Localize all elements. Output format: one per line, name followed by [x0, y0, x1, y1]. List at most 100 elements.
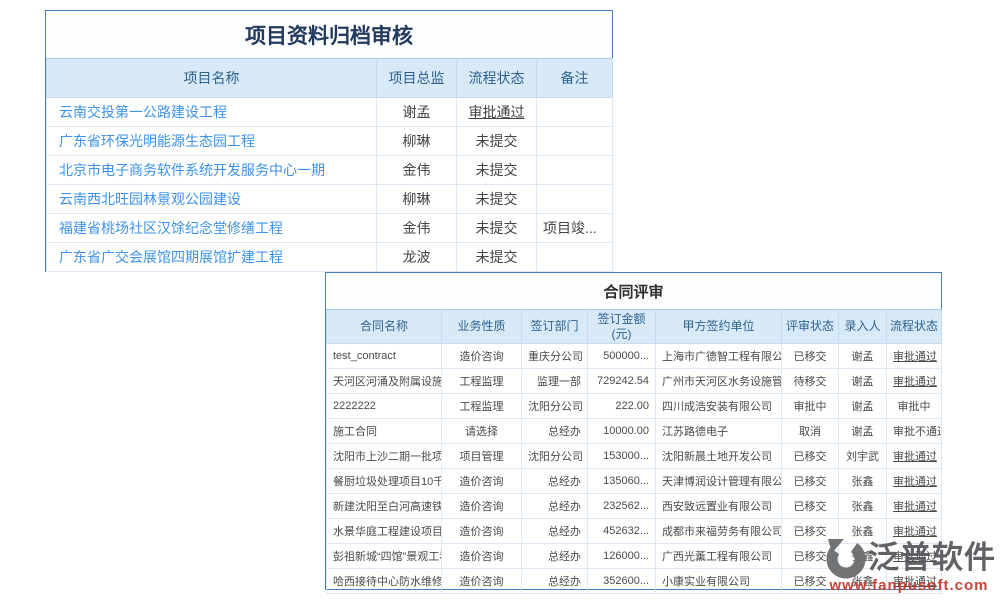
contract-panel-title: 合同评审	[326, 273, 941, 309]
fanpu-watermark: 泛普软件 www.fanpusoft.com	[822, 535, 996, 594]
contract-table-header-row: 合同名称业务性质签订部门签订金额(元)甲方签约单位评审状态录入人流程状态	[327, 310, 942, 344]
contract-name-link[interactable]: 2222222	[327, 394, 442, 419]
project-row: 福建省桃场社区汉馀纪念堂修缮工程金伟未提交项目竣...	[47, 214, 613, 243]
signing-department: 总经办	[522, 494, 588, 519]
project-name-link[interactable]: 云南西北旺园林景观公园建设	[47, 185, 377, 214]
review-status: 已移交	[782, 344, 839, 369]
flow-status-link[interactable]: 未提交	[457, 127, 537, 156]
review-status: 已移交	[782, 444, 839, 469]
remark-text	[537, 156, 613, 185]
party-a-link[interactable]: 沈阳新晨土地开发公司	[656, 444, 782, 469]
entry-person: 张鑫	[839, 469, 887, 494]
flow-status-link[interactable]: 审批不通过	[887, 419, 942, 444]
contract-amount: 222.00	[588, 394, 656, 419]
party-a-link[interactable]: 广州市天河区水务设施管...	[656, 369, 782, 394]
contract-row: 餐厨垃圾处理项目10千...造价咨询总经办135060...天津博润设计管理有限…	[327, 469, 942, 494]
remark-text	[537, 127, 613, 156]
party-a-link[interactable]: 天津博润设计管理有限公司	[656, 469, 782, 494]
contract-name-link[interactable]: 餐厨垃圾处理项目10千...	[327, 469, 442, 494]
business-nature: 造价咨询	[442, 519, 522, 544]
flow-status-link[interactable]: 审批中	[887, 394, 942, 419]
watermark-brand: 泛普软件	[868, 542, 996, 573]
watermark-url: www.fanpusoft.com	[822, 577, 996, 594]
signing-department: 总经办	[522, 419, 588, 444]
party-a-link[interactable]: 小康实业有限公司	[656, 569, 782, 594]
entry-person: 谢孟	[839, 344, 887, 369]
party-a-link[interactable]: 广西光薰工程有限公司	[656, 544, 782, 569]
contract-amount: 135060...	[588, 469, 656, 494]
contract-amount: 352600...	[588, 569, 656, 594]
business-nature: 造价咨询	[442, 344, 522, 369]
project-name-link[interactable]: 福建省桃场社区汉馀纪念堂修缮工程	[47, 214, 377, 243]
contract-amount: 729242.54	[588, 369, 656, 394]
flow-status-link[interactable]: 未提交	[457, 185, 537, 214]
signing-department: 总经办	[522, 469, 588, 494]
project-director: 谢孟	[377, 98, 457, 127]
project-director: 柳琳	[377, 185, 457, 214]
project-row: 广东省广交会展馆四期展馆扩建工程龙波未提交	[47, 243, 613, 272]
column-header: 流程状态	[457, 59, 537, 98]
business-nature: 工程监理	[442, 394, 522, 419]
business-nature: 造价咨询	[442, 569, 522, 594]
contract-name-link[interactable]: 施工合同	[327, 419, 442, 444]
project-name-link[interactable]: 广东省广交会展馆四期展馆扩建工程	[47, 243, 377, 272]
review-status: 待移交	[782, 369, 839, 394]
party-a-link[interactable]: 四川成浩安装有限公司	[656, 394, 782, 419]
flow-status-link[interactable]: 审批通过	[887, 494, 942, 519]
party-a-link[interactable]: 成都市来福劳务有限公司	[656, 519, 782, 544]
contract-row: 施工合同请选择总经办10000.00江苏路德电子取消谢孟审批不通过	[327, 419, 942, 444]
remark-text: 项目竣...	[537, 214, 613, 243]
column-header: 甲方签约单位	[656, 310, 782, 344]
review-status: 已移交	[782, 469, 839, 494]
entry-person: 谢孟	[839, 394, 887, 419]
column-header: 签订金额(元)	[588, 310, 656, 344]
contract-amount: 10000.00	[588, 419, 656, 444]
signing-department: 总经办	[522, 519, 588, 544]
project-row: 北京市电子商务软件系统开发服务中心一期金伟未提交	[47, 156, 613, 185]
archive-table-header-row: 项目名称项目总监流程状态备注	[47, 59, 613, 98]
column-header: 签订部门	[522, 310, 588, 344]
remark-text	[537, 98, 613, 127]
flow-status-link[interactable]: 审批通过	[457, 98, 537, 127]
review-status: 取消	[782, 419, 839, 444]
remark-text	[537, 185, 613, 214]
project-row: 云南西北旺园林景观公园建设柳琳未提交	[47, 185, 613, 214]
project-row: 云南交投第一公路建设工程谢孟审批通过	[47, 98, 613, 127]
flow-status-link[interactable]: 未提交	[457, 243, 537, 272]
project-name-link[interactable]: 北京市电子商务软件系统开发服务中心一期	[47, 156, 377, 185]
archive-panel-title: 项目资料归档审核	[46, 11, 612, 58]
flow-status-link[interactable]: 审批通过	[887, 344, 942, 369]
contract-amount: 452632...	[588, 519, 656, 544]
column-header: 评审状态	[782, 310, 839, 344]
project-director: 金伟	[377, 214, 457, 243]
contract-name-link[interactable]: 新建沈阳至白河高速铁...	[327, 494, 442, 519]
contract-name-link[interactable]: 水景华庭工程建设项目	[327, 519, 442, 544]
fanpu-logo-icon	[822, 535, 866, 579]
contract-name-link[interactable]: 哈西接待中心防水维修...	[327, 569, 442, 594]
project-name-link[interactable]: 云南交投第一公路建设工程	[47, 98, 377, 127]
contract-name-link[interactable]: test_contract	[327, 344, 442, 369]
contract-name-link[interactable]: 天河区河涌及附属设施...	[327, 369, 442, 394]
flow-status-link[interactable]: 未提交	[457, 214, 537, 243]
entry-person: 谢孟	[839, 369, 887, 394]
business-nature: 项目管理	[442, 444, 522, 469]
project-name-link[interactable]: 广东省环保光明能源生态园工程	[47, 127, 377, 156]
contract-name-link[interactable]: 彭祖新城“四馆”景观工程	[327, 544, 442, 569]
party-a-link[interactable]: 上海市广德智工程有限公司	[656, 344, 782, 369]
flow-status-link[interactable]: 审批通过	[887, 469, 942, 494]
project-archive-table: 项目名称项目总监流程状态备注 云南交投第一公路建设工程谢孟审批通过广东省环保光明…	[46, 58, 613, 272]
business-nature: 造价咨询	[442, 494, 522, 519]
project-row: 广东省环保光明能源生态园工程柳琳未提交	[47, 127, 613, 156]
contract-row: 沈阳市上沙二期一批项...项目管理沈阳分公司153000...沈阳新晨土地开发公…	[327, 444, 942, 469]
flow-status-link[interactable]: 审批通过	[887, 369, 942, 394]
party-a-link[interactable]: 西安致远置业有限公司	[656, 494, 782, 519]
party-a-link[interactable]: 江苏路德电子	[656, 419, 782, 444]
screen: 项目资料归档审核 项目名称项目总监流程状态备注 云南交投第一公路建设工程谢孟审批…	[0, 0, 1000, 600]
contract-name-link[interactable]: 沈阳市上沙二期一批项...	[327, 444, 442, 469]
flow-status-link[interactable]: 未提交	[457, 156, 537, 185]
contract-amount: 500000...	[588, 344, 656, 369]
signing-department: 监理一部	[522, 369, 588, 394]
contract-amount: 126000...	[588, 544, 656, 569]
flow-status-link[interactable]: 审批通过	[887, 444, 942, 469]
column-header: 备注	[537, 59, 613, 98]
